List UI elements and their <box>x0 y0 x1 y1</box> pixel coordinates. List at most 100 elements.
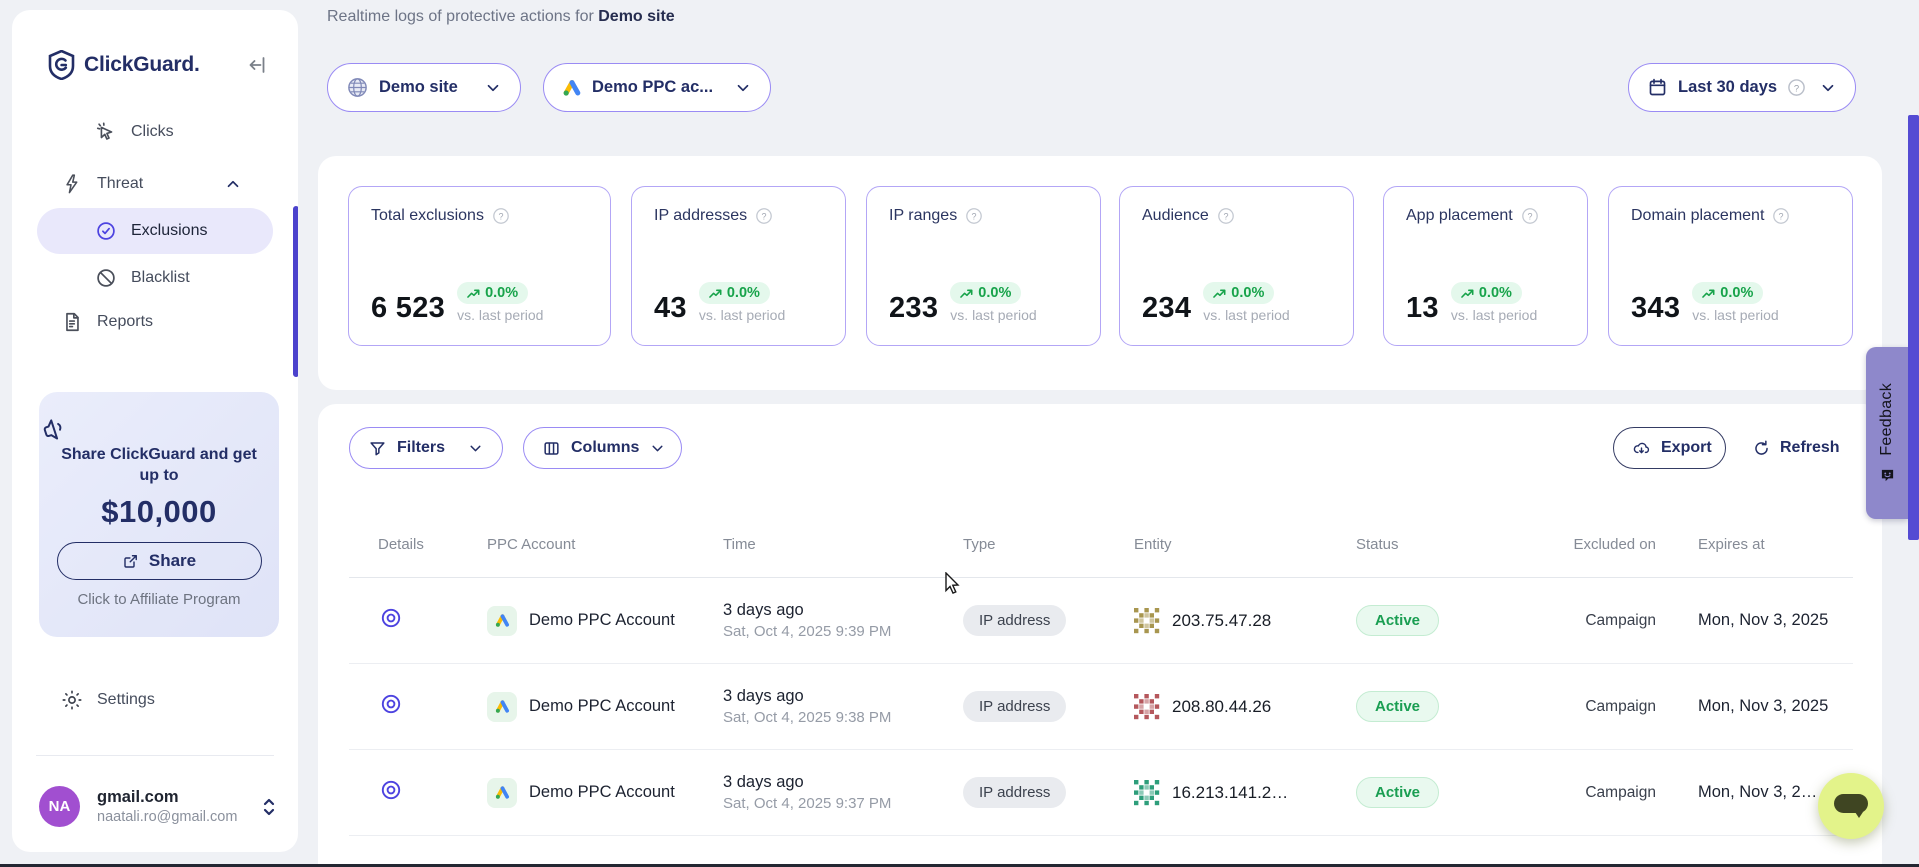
date-range-selector[interactable]: Last 30 days ? <box>1628 63 1856 112</box>
page-scrollbar-thumb[interactable] <box>1908 115 1919 540</box>
feedback-tab[interactable]: Feedback <box>1866 347 1908 519</box>
row-ppc-account: Demo PPC Account <box>529 783 675 802</box>
row-time-absolute: Sat, Oct 4, 2025 9:37 PM <box>723 795 949 812</box>
table-row: 3 days ago <box>349 836 1853 867</box>
chat-launcher-button[interactable] <box>1818 773 1884 839</box>
affiliate-link[interactable]: Click to Affiliate Program <box>39 591 279 608</box>
trend-up-icon-label: 0.0% <box>1720 285 1753 301</box>
stat-delta-badge: 0.0% <box>1203 282 1274 304</box>
svg-text:?: ? <box>498 211 503 221</box>
row-expires-at: Mon, Nov 3, 2025 <box>1664 697 1853 716</box>
refresh-button-label: Refresh <box>1780 439 1840 457</box>
google-ads-icon <box>487 778 517 808</box>
account-switcher[interactable]: NA gmail.com naatali.ro@gmail.com <box>39 786 278 827</box>
stat-caption: vs. last period <box>950 307 1036 323</box>
columns-button-label: Columns <box>571 439 639 457</box>
megaphone-icon <box>39 414 279 444</box>
site-selector[interactable]: Demo site <box>327 63 521 112</box>
help-icon: ? <box>755 207 773 225</box>
filter-icon <box>368 439 387 458</box>
col-header-excluded-on: Excluded on <box>1559 535 1664 554</box>
chevron-down-icon <box>649 440 666 457</box>
help-icon: ? <box>1772 207 1790 225</box>
google-ads-icon <box>487 692 517 722</box>
user-email: naatali.ro@gmail.com <box>97 809 237 825</box>
row-time-absolute: Sat, Oct 4, 2025 9:39 PM <box>723 623 949 640</box>
sidebar-item-blacklist[interactable]: Blacklist <box>12 256 298 300</box>
svg-text:?: ? <box>1794 83 1799 94</box>
row-time-relative: 3 days ago <box>723 687 949 706</box>
sidebar: ClickGuard. Clicks Threat Exclusions <box>12 10 298 852</box>
stat-label: Domain placement <box>1631 207 1764 225</box>
col-header-expires-at: Expires at <box>1664 536 1853 553</box>
col-header-ppc-account: PPC Account <box>459 536 699 553</box>
brand-name: ClickGuard. <box>84 53 200 77</box>
filters-button[interactable]: Filters <box>349 427 503 469</box>
affiliate-promo-card[interactable]: Share ClickGuard and get up to $10,000 S… <box>39 392 279 637</box>
row-time-relative: 3 days ago <box>723 601 949 620</box>
row-status-badge: Active <box>1356 605 1439 636</box>
svg-text:?: ? <box>1527 211 1532 221</box>
stat-caption: vs. last period <box>457 307 543 323</box>
trend-up-icon-label: 0.0% <box>1479 285 1512 301</box>
sidebar-item-reports[interactable]: Reports <box>12 300 298 344</box>
row-entity: 16.213.141.2… <box>1172 783 1288 803</box>
chevron-down-icon <box>467 440 484 457</box>
clickguard-logo-icon <box>48 50 75 80</box>
row-time-relative: 3 days ago <box>723 773 949 792</box>
chevron-down-icon <box>484 79 502 97</box>
columns-icon <box>542 439 561 458</box>
table-header-row: Details PPC Account Time Type Entity Sta… <box>349 512 1853 578</box>
row-entity: 208.80.44.26 <box>1172 697 1271 717</box>
ppc-account-selector[interactable]: Demo PPC ac... <box>543 63 771 112</box>
stat-card: App placement?130.0%vs. last period <box>1383 186 1588 346</box>
google-ads-icon <box>562 78 582 98</box>
svg-text:?: ? <box>1779 211 1784 221</box>
avatar: NA <box>39 786 80 827</box>
table-row: Demo PPC Account 3 days ago Sat, Oct 4, 20… <box>349 578 1853 664</box>
sidebar-scrollbar-thumb[interactable] <box>293 206 298 377</box>
globe-icon <box>346 76 369 99</box>
stat-value: 234 <box>1142 293 1191 323</box>
google-ads-icon <box>487 606 517 636</box>
view-details-eye-icon[interactable] <box>379 606 403 630</box>
sidebar-item-label: Threat <box>97 175 143 193</box>
stat-card: IP addresses?430.0%vs. last period <box>631 186 846 346</box>
share-button[interactable]: Share <box>57 542 262 580</box>
row-ppc-account: Demo PPC Account <box>529 611 675 630</box>
sidebar-item-settings[interactable]: Settings <box>12 678 298 722</box>
export-button-label: Export <box>1661 439 1712 457</box>
columns-button[interactable]: Columns <box>523 427 682 469</box>
chevron-down-icon <box>1819 79 1837 97</box>
svg-text:?: ? <box>762 211 767 221</box>
view-details-eye-icon[interactable] <box>379 692 403 716</box>
table-row: Demo PPC Account 3 days ago Sat, Oct 4, 20… <box>349 750 1853 836</box>
stat-caption: vs. last period <box>1451 307 1537 323</box>
col-header-time: Time <box>699 536 949 553</box>
stat-value: 43 <box>654 293 687 323</box>
table-row: Demo PPC Account3 days agoSat, Oct 4, 20… <box>349 664 1853 750</box>
help-icon: ? <box>1217 207 1235 225</box>
sidebar-item-exclusions[interactable]: Exclusions <box>37 208 273 254</box>
entity-identicon-icon <box>1134 608 1160 634</box>
ban-icon <box>95 267 117 289</box>
stat-label: IP addresses <box>654 207 747 225</box>
trend-up-icon-label: 0.0% <box>485 285 518 301</box>
site-selector-value: Demo site <box>379 78 458 97</box>
exclusions-table: Details PPC Account Time Type Entity Sta… <box>349 512 1853 867</box>
sidebar-item-threat[interactable]: Threat <box>12 162 298 206</box>
sidebar-item-clicks[interactable]: Clicks <box>12 110 298 154</box>
refresh-icon <box>1752 439 1771 458</box>
subtitle-site-name: Demo site <box>598 8 674 25</box>
row-status-badge: Active <box>1356 777 1439 808</box>
gear-icon <box>61 689 83 711</box>
view-details-eye-icon[interactable] <box>379 778 403 802</box>
page-subtitle: Realtime logs of protective actions for … <box>327 8 675 26</box>
stat-card: Audience?2340.0%vs. last period <box>1119 186 1354 346</box>
col-header-status: Status <box>1344 536 1559 553</box>
sidebar-collapse-icon[interactable] <box>246 53 270 77</box>
refresh-button[interactable]: Refresh <box>1752 427 1840 469</box>
chevron-up-icon[interactable] <box>224 175 242 193</box>
sidebar-divider <box>36 755 274 756</box>
export-button[interactable]: Export <box>1613 427 1726 469</box>
